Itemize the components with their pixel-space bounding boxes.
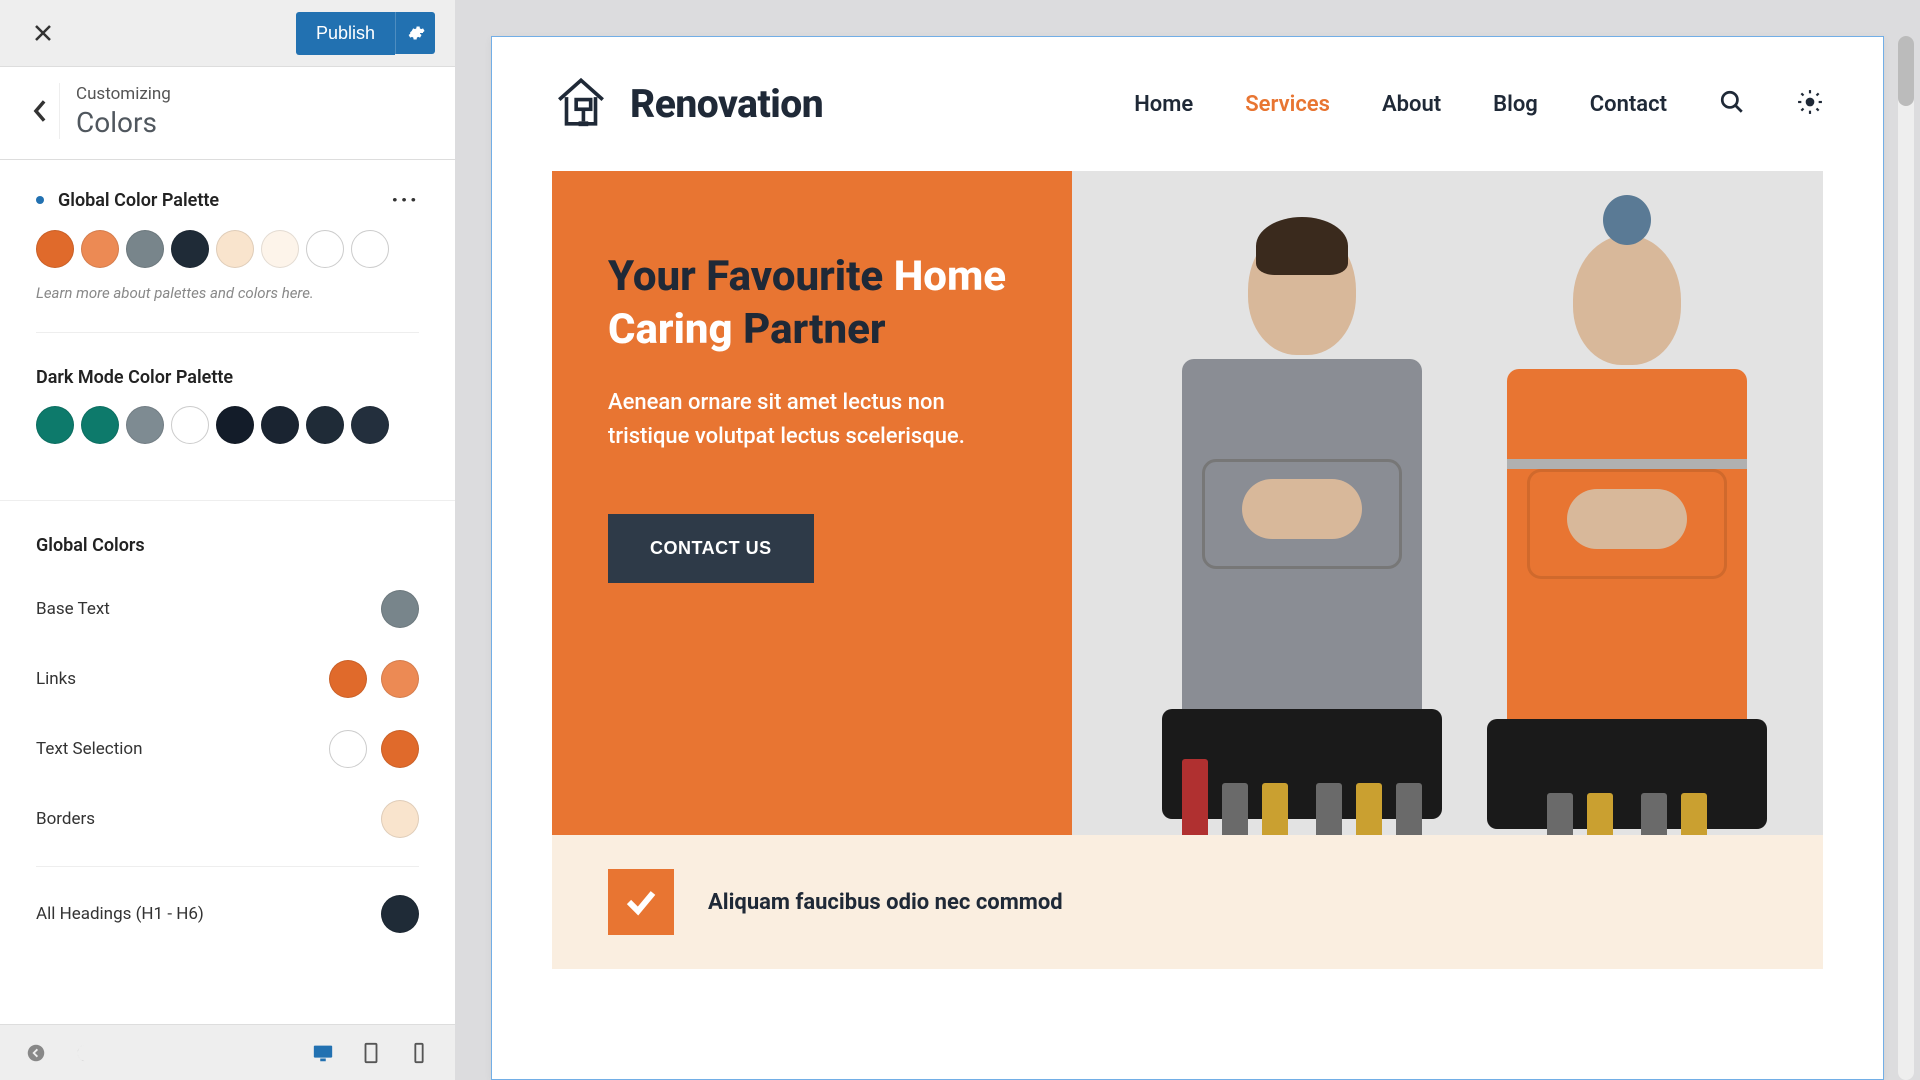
- color-swatch[interactable]: [171, 230, 209, 268]
- color-swatch[interactable]: [81, 230, 119, 268]
- nav-link-home[interactable]: Home: [1134, 92, 1193, 117]
- tablet-preview-button[interactable]: [347, 1031, 395, 1075]
- preview-scrollbar[interactable]: [1898, 36, 1914, 1080]
- customizer-sidebar: Publish Customizing Colors Global Color …: [0, 0, 455, 1080]
- color-row-label: Base Text: [36, 599, 110, 619]
- color-swatch[interactable]: [381, 660, 419, 698]
- sidebar-footer: [0, 1024, 455, 1080]
- dark-swatches: [36, 406, 419, 444]
- panel-body[interactable]: Global Color Palette ··· Learn more abou…: [0, 160, 455, 1024]
- color-swatch[interactable]: [329, 660, 367, 698]
- global-palette-title: Global Color Palette: [36, 190, 219, 211]
- site-nav: Home Services About Blog Contact: [1134, 89, 1823, 119]
- color-row[interactable]: Links: [36, 644, 419, 714]
- color-row[interactable]: Base Text: [36, 574, 419, 644]
- worker-figure-2: [1472, 235, 1782, 835]
- check-icon: [623, 884, 659, 920]
- divider: [36, 332, 419, 333]
- search-button[interactable]: [1719, 89, 1745, 119]
- global-colors-title: Global Colors: [36, 535, 419, 556]
- nav-link-contact[interactable]: Contact: [1590, 92, 1667, 117]
- global-color-rows: Base Text Links Text Selection Borders All H…: [36, 574, 419, 949]
- site-frame[interactable]: Renovation Home Services About Blog Contact: [491, 36, 1884, 1080]
- theme-toggle[interactable]: [1797, 89, 1823, 119]
- color-row-label: All Headings (H1 - H6): [36, 904, 204, 924]
- color-row[interactable]: Text Selection: [36, 714, 419, 784]
- color-row[interactable]: Borders: [36, 784, 419, 854]
- active-dot-icon: [36, 196, 44, 204]
- tablet-icon: [360, 1042, 382, 1064]
- color-swatch[interactable]: [261, 406, 299, 444]
- dark-mode-toggle[interactable]: [60, 1031, 108, 1075]
- color-swatch[interactable]: [381, 895, 419, 933]
- close-icon: [33, 23, 53, 43]
- color-swatch[interactable]: [126, 406, 164, 444]
- info-bar: Aliquam faucibus odio nec commod: [552, 835, 1823, 969]
- search-icon: [1719, 89, 1745, 115]
- color-swatch[interactable]: [351, 230, 389, 268]
- color-row[interactable]: All Headings (H1 - H6): [36, 879, 419, 949]
- worker-figure-1: [1112, 225, 1492, 835]
- chevron-circle-icon: [25, 1042, 47, 1064]
- hero-image: [1072, 171, 1823, 835]
- house-roller-icon: [552, 73, 610, 135]
- global-swatches: [36, 230, 419, 268]
- mobile-preview-button[interactable]: [395, 1031, 443, 1075]
- hero-content: Your Favourite Home Caring Partner Aenea…: [552, 171, 1072, 835]
- hero-title: Your Favourite Home Caring Partner: [608, 251, 1016, 356]
- color-swatch[interactable]: [216, 406, 254, 444]
- color-swatch[interactable]: [351, 406, 389, 444]
- breadcrumb-label: Customizing: [76, 84, 171, 104]
- desktop-icon: [312, 1042, 334, 1064]
- moon-icon: [73, 1042, 95, 1064]
- breadcrumb: Customizing Colors: [0, 67, 455, 160]
- publish-group: Publish: [296, 12, 435, 55]
- palette-more-button[interactable]: ···: [391, 188, 419, 212]
- publish-settings-button[interactable]: [395, 12, 435, 54]
- breadcrumb-title: Colors: [76, 106, 171, 139]
- close-button[interactable]: [20, 10, 66, 56]
- color-swatch[interactable]: [81, 406, 119, 444]
- color-swatch[interactable]: [329, 730, 367, 768]
- nav-link-about[interactable]: About: [1382, 92, 1441, 117]
- publish-button[interactable]: Publish: [296, 12, 395, 55]
- preview-pane: Renovation Home Services About Blog Contact: [455, 0, 1920, 1080]
- sidebar-topbar: Publish: [0, 0, 455, 67]
- color-swatch[interactable]: [261, 230, 299, 268]
- color-row-label: Borders: [36, 809, 95, 829]
- color-row-label: Text Selection: [36, 739, 142, 759]
- color-swatch[interactable]: [171, 406, 209, 444]
- color-swatch[interactable]: [36, 230, 74, 268]
- back-button[interactable]: [20, 83, 60, 139]
- nav-link-blog[interactable]: Blog: [1493, 92, 1538, 117]
- hero-section: Your Favourite Home Caring Partner Aenea…: [492, 171, 1883, 969]
- color-swatch[interactable]: [381, 800, 419, 838]
- gear-icon: [407, 24, 425, 42]
- info-text: Aliquam faucibus odio nec commod: [708, 890, 1063, 915]
- color-row-label: Links: [36, 669, 76, 689]
- color-swatch[interactable]: [216, 230, 254, 268]
- color-swatch[interactable]: [36, 406, 74, 444]
- contact-us-button[interactable]: CONTACT US: [608, 514, 814, 583]
- color-swatch[interactable]: [306, 230, 344, 268]
- nav-link-services[interactable]: Services: [1245, 92, 1330, 117]
- color-swatch[interactable]: [126, 230, 164, 268]
- sun-icon: [1797, 89, 1823, 115]
- chevron-left-icon: [33, 100, 47, 122]
- check-box: [608, 869, 674, 935]
- hero-description: Aenean ornare sit amet lectus non tristi…: [608, 386, 1016, 454]
- desktop-preview-button[interactable]: [299, 1031, 347, 1075]
- site-logo[interactable]: Renovation: [552, 73, 823, 135]
- logo-text: Renovation: [630, 81, 823, 127]
- dark-palette-title: Dark Mode Color Palette: [36, 367, 419, 388]
- mobile-icon: [408, 1042, 430, 1064]
- palette-hint[interactable]: Learn more about palettes and colors her…: [36, 284, 419, 302]
- color-swatch[interactable]: [381, 590, 419, 628]
- color-swatch[interactable]: [381, 730, 419, 768]
- color-swatch[interactable]: [306, 406, 344, 444]
- collapse-toggle[interactable]: [12, 1031, 60, 1075]
- site-header: Renovation Home Services About Blog Contact: [492, 37, 1883, 171]
